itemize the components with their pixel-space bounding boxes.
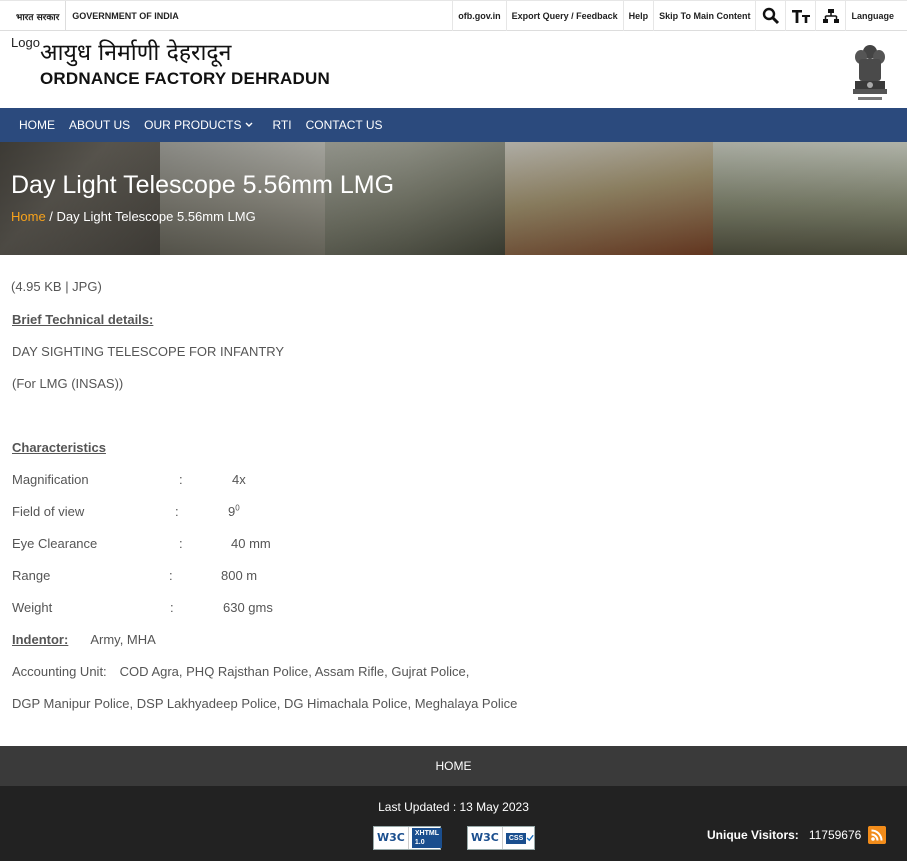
check-icon [526,834,534,842]
spec-value: 4x [232,472,246,487]
badge-text: XHTML 1.0 [411,828,442,848]
ofb-link[interactable]: ofb.gov.in [452,1,505,31]
page-banner: Day Light Telescope 5.56mm LMG Home / Da… [0,142,907,255]
degree-superscript: 0 [235,503,240,513]
nav-our-products[interactable]: OUR PRODUCTS [137,118,260,132]
indentor-value: Army, MHA [90,632,156,647]
w3c-xhtml-badge[interactable]: W3C XHTML 1.0 [373,826,442,850]
spec-label: Field of view [12,504,85,519]
search-icon [762,7,780,25]
spec-label: Eye Clearance [12,536,98,551]
brief-heading: Brief Technical details: [12,312,154,327]
footer-bottom: Last Updated : 13 May 2023 W3C XHTML 1.0… [0,786,907,861]
accounting-value: COD Agra, PHQ Rajsthan Police, Assam Rif… [119,664,470,679]
chevron-down-icon [245,122,253,127]
main-navigation: HOME ABOUT US OUR PRODUCTS RTI CONTACT U… [0,108,907,142]
page-title: Day Light Telescope 5.56mm LMG [11,171,395,199]
footer-home-link[interactable]: HOME [436,757,472,775]
help-link[interactable]: Help [622,1,654,31]
nav-contact-us[interactable]: CONTACT US [299,118,390,132]
breadcrumb-separator: / [45,209,57,224]
spec-colon: : [169,568,173,583]
rss-icon[interactable] [868,826,886,844]
site-title-hindi: आयुध निर्माणी देहरादून [40,40,232,66]
national-emblem-icon [853,45,887,100]
last-updated: Last Updated : 13 May 2023 [378,800,529,814]
spec-value: 90 [228,504,240,519]
nav-home[interactable]: HOME [12,118,62,132]
visitors-count: 11759676 [808,828,862,842]
accounting-value-continued: DGP Manipur Police, DSP Lakhyadeep Polic… [12,696,518,711]
footer-home-label: HOME [435,759,472,773]
w3c-css-badge[interactable]: W3C CSS [467,826,535,850]
text-size-icon [791,10,810,23]
gov-label: GOVERNMENT OF INDIA [72,11,179,21]
breadcrumb: Home / Day Light Telescope 5.56mm LMG [11,209,256,224]
breadcrumb-current: Day Light Telescope 5.56mm LMG [56,209,256,224]
spec-label: Magnification [12,472,89,487]
indentor-row: Indentor: Army, MHA [12,632,156,647]
spec-value: 800 m [221,568,258,583]
breadcrumb-home-link[interactable]: Home [11,209,46,224]
indentor-label: Indentor: [12,632,69,647]
sitemap-button[interactable] [815,1,845,31]
nav-rti[interactable]: RTI [260,118,298,132]
hindi-gov-label: भारत सरकार [16,12,60,23]
logo-alt-text[interactable]: Logo [11,35,40,50]
spec-colon: : [179,472,183,487]
spec-colon: : [170,600,174,615]
text-size-button[interactable] [785,1,815,31]
search-button[interactable] [755,1,785,31]
visitor-counter: Unique Visitors: 11759676 [707,828,861,842]
w3c-logo: W3C [374,827,409,849]
spec-colon: : [179,536,183,551]
spec-value: 630 gms [223,600,273,615]
file-info: (4.95 KB | JPG) [11,279,102,294]
gov-identifier: भारत सरकार GOVERNMENT OF INDIA [10,1,185,31]
nav-about-us[interactable]: ABOUT US [62,118,137,132]
sitemap-icon [822,9,839,23]
skip-to-main-link[interactable]: Skip To Main Content [653,1,755,31]
footer-nav: HOME [0,746,907,786]
characteristics-heading: Characteristics [12,440,106,455]
badge-text: CSS [505,832,527,844]
spec-label: Range [12,568,51,583]
nav-our-products-label: OUR PRODUCTS [144,118,242,132]
export-query-link[interactable]: Export Query / Feedback [505,1,623,31]
accounting-label: Accounting Unit: [12,664,107,679]
description-line: (For LMG (INSAS)) [12,376,124,391]
top-utility-bar: भारत सरकार GOVERNMENT OF INDIA ofb.gov.i… [0,0,907,31]
site-header: Logo आयुध निर्माणी देहरादून ORDNANCE FAC… [0,31,907,108]
spec-label: Weight [12,600,53,615]
spec-value: 40 mm [231,536,271,551]
visitors-label: Unique Visitors: [707,828,799,842]
spec-colon: : [175,504,179,519]
site-title-english: ORDNANCE FACTORY DEHRADUN [40,69,330,88]
utility-links: ofb.gov.in Export Query / Feedback Help … [452,1,907,31]
language-selector[interactable]: Language [845,1,907,31]
w3c-logo: W3C [468,827,503,849]
description-line: DAY SIGHTING TELESCOPE FOR INFANTRY [12,344,285,359]
accounting-row: Accounting Unit: COD Agra, PHQ Rajsthan P… [12,664,469,679]
